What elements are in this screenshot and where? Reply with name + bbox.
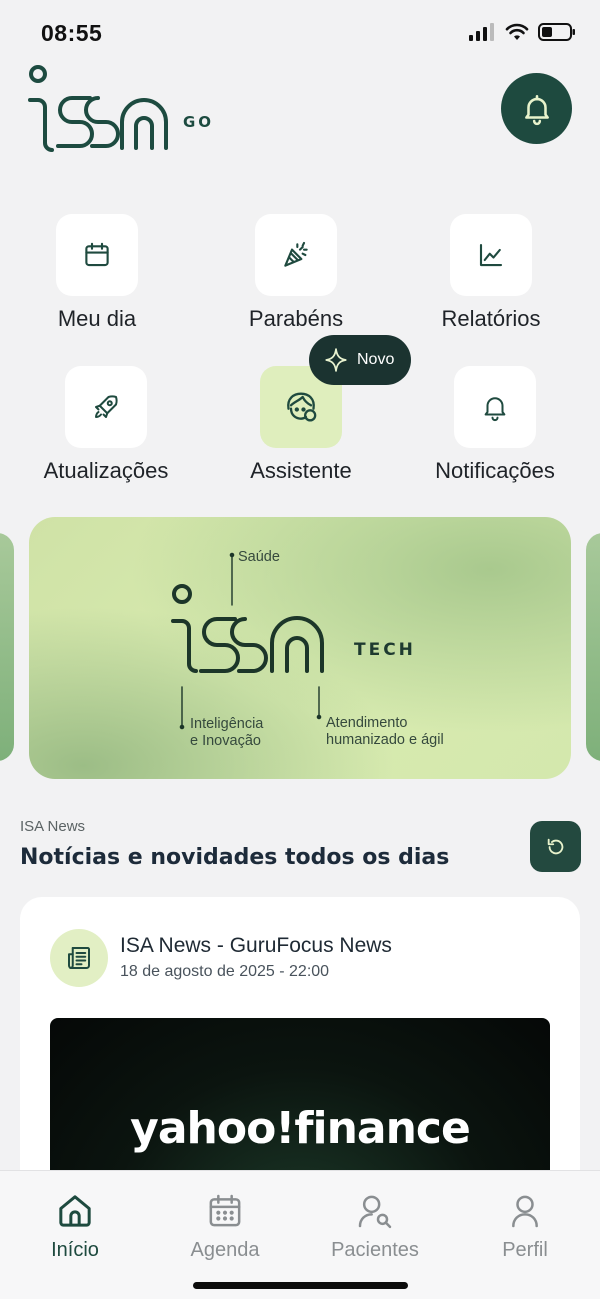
shortcut-tile — [255, 214, 337, 296]
news-kicker: ISA News — [20, 818, 86, 835]
nav-pacientes[interactable]: Pacientes — [300, 1191, 450, 1262]
novo-badge-label: Novo — [357, 351, 395, 368]
party-popper-icon — [284, 241, 308, 267]
status-time: 08:55 — [41, 20, 103, 46]
assistant-face-icon — [287, 392, 317, 422]
carousel-next-slide[interactable] — [586, 533, 600, 761]
refresh-news-button[interactable] — [530, 821, 581, 872]
shortcut-relatorios[interactable]: Relatórios — [396, 214, 586, 332]
chart-line-icon — [479, 243, 503, 267]
signal-icon — [469, 23, 494, 41]
shortcut-tile — [450, 214, 532, 296]
user-icon — [512, 1195, 538, 1228]
banner-label-inteligencia-line2: e Inovação — [190, 733, 261, 749]
refresh-icon — [547, 838, 563, 854]
calendar-icon — [85, 242, 109, 267]
shortcut-label: Notificações — [435, 458, 555, 483]
shortcut-meu-dia[interactable]: Meu dia — [2, 214, 192, 332]
nav-perfil[interactable]: Perfil — [450, 1191, 600, 1262]
home-icon — [59, 1195, 91, 1227]
nav-label: Pacientes — [331, 1239, 419, 1261]
news-date: 18 de agosto de 2025 - 22:00 — [120, 963, 330, 980]
isa-go-logo — [24, 64, 224, 156]
rocket-icon — [95, 395, 118, 418]
isa-tech-banner[interactable]: Saúde TECH Inteligência e Inovação Atend… — [29, 517, 571, 779]
battery-icon — [538, 23, 575, 41]
nav-agenda[interactable]: Agenda — [150, 1191, 300, 1262]
home-indicator — [193, 1282, 408, 1289]
banner-label-atendimento-line2: humanizado e ágil — [326, 732, 444, 748]
bell-icon — [484, 397, 506, 422]
calendar-grid-icon — [209, 1194, 241, 1227]
carousel-prev-slide[interactable] — [0, 533, 14, 761]
bell-icon — [524, 94, 549, 125]
status-icons — [468, 22, 576, 42]
nav-label: Perfil — [502, 1239, 548, 1261]
nav-inicio[interactable]: Início — [0, 1191, 150, 1262]
news-source-avatar — [50, 929, 108, 987]
shortcut-parabens[interactable]: Parabéns — [201, 214, 391, 332]
bottom-nav: Início Agenda Pacientes Perfil — [0, 1170, 600, 1299]
nav-label: Agenda — [190, 1239, 260, 1261]
banner-label-atendimento-line1: Atendimento — [326, 715, 408, 731]
novo-badge: Novo — [309, 335, 411, 385]
nav-label: Início — [51, 1239, 99, 1261]
banner-label-inteligencia-line1: Inteligência — [190, 716, 264, 732]
wifi-icon — [505, 23, 529, 40]
banner-label-atendimento: Atendimento humanizado e ágil — [326, 715, 444, 749]
news-image-logo-text: yahoo!finance — [130, 1103, 471, 1154]
shortcut-atualizacoes[interactable]: Atualizações — [11, 366, 201, 484]
newspaper-icon — [68, 947, 90, 969]
shortcut-tile — [56, 214, 138, 296]
shortcut-notificacoes[interactable]: Notificações — [400, 366, 590, 484]
shortcut-label: Relatórios — [441, 306, 541, 331]
isa-tech-logo — [171, 552, 324, 730]
logo-sub: GO — [183, 113, 215, 131]
shortcut-label: Atualizações — [43, 458, 169, 483]
shortcut-label: Parabéns — [248, 306, 344, 331]
shortcut-tile — [454, 366, 536, 448]
notifications-button[interactable] — [501, 73, 572, 144]
news-source: ISA News - GuruFocus News — [120, 934, 392, 957]
shortcut-label: Assistente — [250, 458, 352, 483]
status-bar: 08:55 — [0, 0, 600, 64]
news-section-title: Notícias e novidades todos os dias — [20, 845, 450, 870]
user-search-icon — [358, 1195, 392, 1229]
shortcut-tile — [65, 366, 147, 448]
sparkle-icon — [325, 348, 347, 372]
shortcut-label: Meu dia — [57, 306, 137, 331]
banner-label-saude: Saúde — [238, 549, 280, 565]
banner-label-inteligencia: Inteligência e Inovação — [190, 716, 263, 750]
banner-tech-label: TECH — [354, 640, 416, 660]
